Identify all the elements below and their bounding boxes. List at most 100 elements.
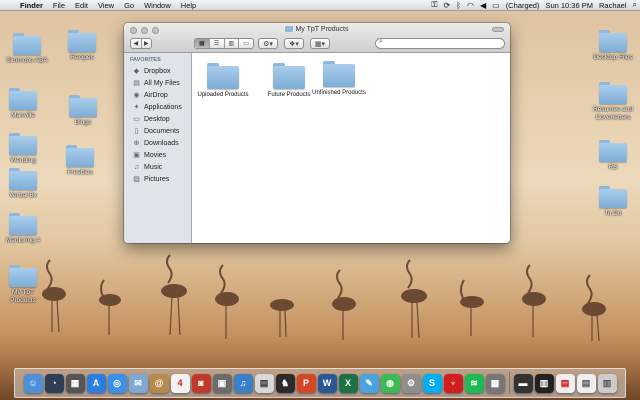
folder-item-uploaded-products[interactable]: Uploaded Products — [192, 63, 254, 99]
desktop-folder-label: Desktop Files — [593, 54, 633, 61]
cover-flow-button[interactable]: ▭ — [239, 39, 253, 48]
action-menu-button[interactable]: ⚙▾ — [258, 38, 278, 49]
list-view-button[interactable]: ☰ — [210, 39, 225, 48]
desktop-folder-wedding[interactable]: Wedding — [0, 133, 46, 165]
arrange-button[interactable]: ▦▾ — [310, 38, 330, 49]
menu-bar: Finder File Edit View Go Window Help ⚿ ⟳… — [0, 0, 640, 11]
battery-status[interactable]: (Charged) — [503, 1, 543, 10]
messages-icon[interactable]: ✎ — [359, 373, 379, 393]
desktop-folder-recipes[interactable]: Recipes — [59, 30, 105, 62]
menu-app-finder[interactable]: Finder — [18, 1, 48, 10]
safari-icon[interactable]: ◎ — [107, 373, 127, 393]
dvd-player-icon[interactable]: ▬ — [513, 373, 533, 393]
window-title: My TpT Products — [124, 26, 510, 33]
skype-icon[interactable]: S — [422, 373, 442, 393]
sidebar-item-dropbox[interactable]: ◆ Dropbox — [124, 65, 191, 77]
desktop-folder-blogs[interactable]: Blogs — [60, 95, 106, 127]
desktop-folder-mentoring-4[interactable]: Mentoring 4 — [0, 213, 46, 245]
desktop-folder-label: To Do — [604, 210, 622, 217]
app-icon[interactable]: ▩ — [485, 373, 505, 393]
desktop-folder-rs[interactable]: RS — [590, 140, 636, 172]
calendar-icon[interactable]: 4 — [170, 373, 190, 393]
sidebar-item-applications[interactable]: ✦ Applications — [124, 101, 191, 113]
chess-icon[interactable]: ♞ — [275, 373, 295, 393]
toolbar-toggle-button[interactable] — [492, 27, 504, 32]
icon-view-button[interactable]: ▦ — [195, 39, 210, 48]
sidebar-item-documents[interactable]: ▯ Documents — [124, 125, 191, 137]
folder-icon — [599, 140, 627, 162]
folder-icon — [68, 30, 96, 52]
menu-view[interactable]: View — [93, 1, 119, 10]
back-button[interactable]: ◀ — [131, 39, 142, 48]
folder-item-label: Unfinished Products — [312, 90, 366, 96]
bluetooth-icon[interactable]: ᛒ — [453, 1, 464, 10]
word-icon[interactable]: W — [317, 373, 337, 393]
powerpoint-icon[interactable]: P — [296, 373, 316, 393]
spotify-icon[interactable]: ≋ — [464, 373, 484, 393]
folder-icon — [66, 145, 94, 167]
iphoto-icon[interactable]: ▣ — [212, 373, 232, 393]
sidebar-item-downloads[interactable]: ⊕ Downloads — [124, 137, 191, 149]
menu-edit[interactable]: Edit — [70, 1, 93, 10]
title-bar[interactable]: My TpT Products ◀ ▶ ▦ ☰ ▥ ▭ ⚙▾ ❖▾ ▦▾ ⌕ — [124, 23, 510, 53]
desktop-folder-to-do[interactable]: To Do — [590, 186, 636, 218]
desktop-folder-manville[interactable]: Manville — [0, 88, 46, 120]
folder-icon — [9, 88, 37, 110]
sidebar-item-desktop[interactable]: ▭ Desktop — [124, 113, 191, 125]
app-store-icon[interactable]: A — [86, 373, 106, 393]
battery-icon[interactable]: ▭ — [489, 1, 503, 10]
sidebar-item-pictures[interactable]: ▨ Pictures — [124, 173, 191, 185]
dashboard-icon[interactable]: ◔ — [44, 373, 64, 393]
menu-help[interactable]: Help — [176, 1, 201, 10]
contacts-icon[interactable]: @ — [149, 373, 169, 393]
system-preferences-icon[interactable]: ⚙ — [401, 373, 421, 393]
menu-go[interactable]: Go — [119, 1, 139, 10]
pdf-document-icon[interactable]: ▤ — [555, 373, 575, 393]
folder-icon — [9, 168, 37, 190]
folder-icon — [599, 186, 627, 208]
sidebar-item-airdrop[interactable]: ◉ AirDrop — [124, 89, 191, 101]
folder-item-unfinished-products[interactable]: Unfinished Products — [310, 61, 368, 97]
search-input[interactable] — [375, 38, 505, 49]
mail-icon[interactable]: ✉ — [128, 373, 148, 393]
sidebar-item-label: All My Files — [144, 79, 180, 87]
calculator-icon[interactable]: ▦ — [65, 373, 85, 393]
text-document-icon[interactable]: ▤ — [576, 373, 596, 393]
activity-monitor-icon[interactable]: ▥ — [534, 373, 554, 393]
lock-icon[interactable]: ⚿ — [428, 0, 440, 10]
column-view-button[interactable]: ▥ — [225, 39, 240, 48]
preview-icon[interactable]: ▤ — [254, 373, 274, 393]
window-title-text: My TpT Products — [295, 26, 349, 33]
user-name[interactable]: Rachael — [596, 1, 630, 10]
dropbox-icon: ◆ — [133, 68, 140, 75]
excel-icon[interactable]: X — [338, 373, 358, 393]
desktop-folder-resumes[interactable]: Resumes and Coverletters — [590, 82, 636, 122]
desktop-folder-label: Resumes and Coverletters — [592, 106, 634, 121]
itunes-icon[interactable]: ♫ — [233, 373, 253, 393]
desktop-folder-desktop-files[interactable]: Desktop Files — [590, 30, 636, 62]
desktop-folder-simmons-aba[interactable]: Simmons ABA — [4, 33, 50, 65]
sidebar-item-all-my-files[interactable]: ▤ All My Files — [124, 77, 191, 89]
desktop-folder-freebies[interactable]: Freebies — [57, 145, 103, 177]
trash-icon[interactable]: ▥ — [597, 373, 617, 393]
acrobat-icon[interactable]: ♆ — [443, 373, 463, 393]
desktop-folder-label: Verbal Bx — [9, 192, 37, 199]
photo-booth-icon[interactable]: ◙ — [191, 373, 211, 393]
chrome-icon[interactable]: ◍ — [380, 373, 400, 393]
menu-file[interactable]: File — [48, 1, 70, 10]
spotlight-icon[interactable]: ⌕ — [630, 0, 640, 10]
share-button[interactable]: ❖▾ — [284, 38, 304, 49]
sidebar-item-label: Applications — [144, 103, 182, 111]
desktop-folder-my-tpt-products[interactable]: My TpT Products — [0, 265, 46, 305]
finder-icon[interactable]: ☺ — [23, 373, 43, 393]
sidebar-item-music[interactable]: ♫ Music — [124, 161, 191, 173]
sync-icon[interactable]: ⟳ — [440, 1, 453, 10]
wifi-icon[interactable]: ◠ — [464, 1, 477, 10]
menu-window[interactable]: Window — [139, 1, 176, 10]
clock[interactable]: Sun 10:36 PM — [542, 1, 596, 10]
desktop-folder-verbal-bx[interactable]: Verbal Bx — [0, 168, 46, 200]
applications-icon: ✦ — [133, 104, 140, 111]
volume-icon[interactable]: ◀ — [477, 1, 489, 10]
forward-button[interactable]: ▶ — [142, 39, 152, 48]
sidebar-item-movies[interactable]: ▣ Movies — [124, 149, 191, 161]
